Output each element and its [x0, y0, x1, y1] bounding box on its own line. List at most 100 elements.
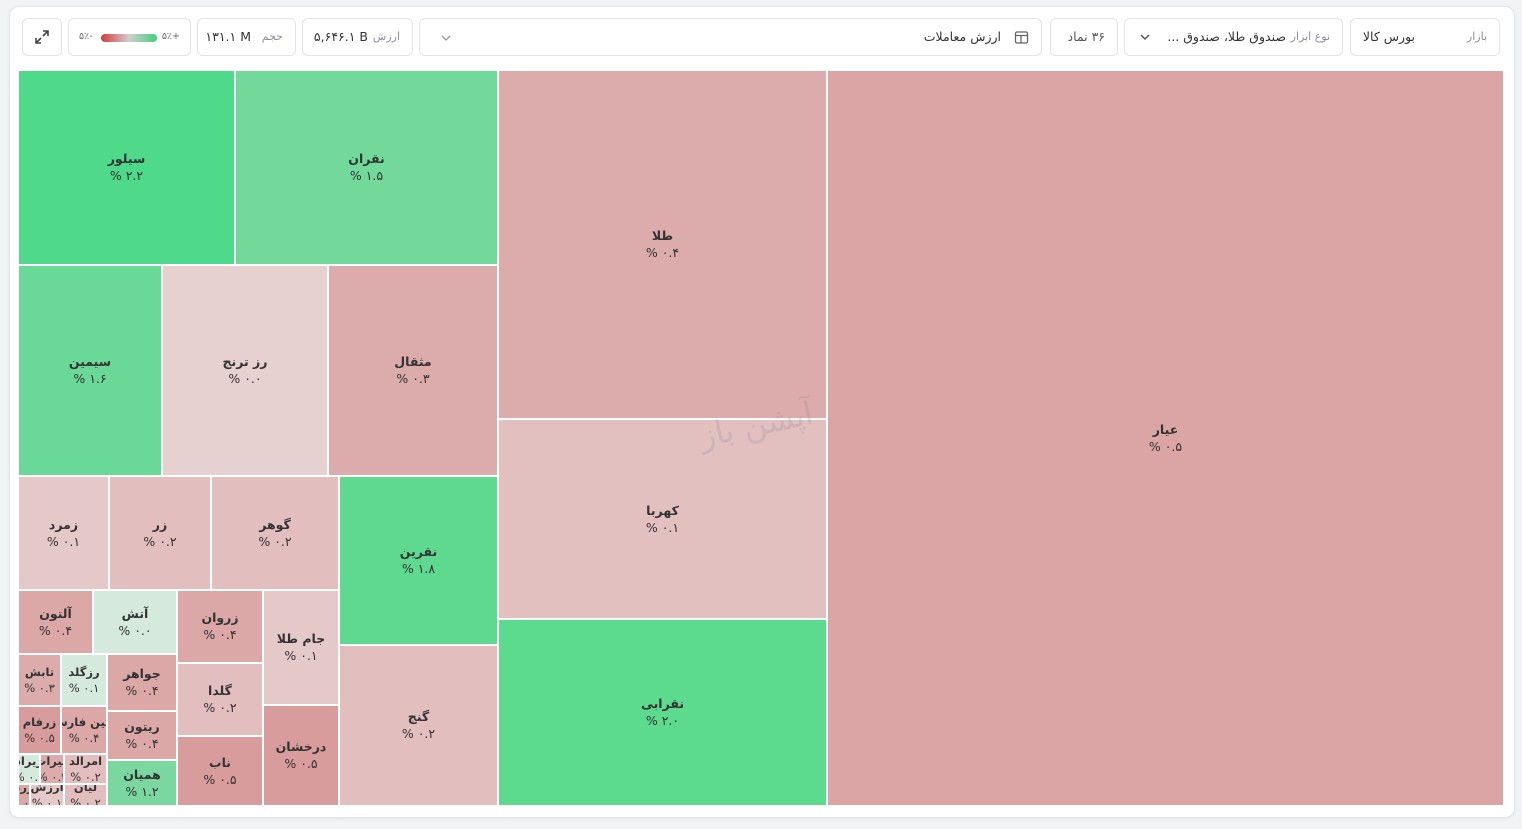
layout-icon — [1014, 30, 1029, 48]
tile-change: ۰.۱ % — [46, 533, 81, 549]
tile-change: ۰.۵ % — [284, 756, 318, 771]
tile-change: ۱.۲ % — [125, 783, 159, 799]
volume-label: حجم — [261, 30, 283, 43]
instrument-label: نوع ابزار — [1290, 30, 1330, 43]
symbols-count-badge: ۳۶ نماد — [1050, 18, 1118, 56]
tile-change: ۰.۲ % — [143, 533, 177, 549]
tile-change: ۰.۲ % — [70, 770, 101, 784]
tile-zarvan[interactable]: زروان ۰.۴ % — [177, 590, 263, 663]
tile-nab[interactable]: ناب ۰.۵ % — [177, 736, 263, 806]
tile-symbol: زرفام — [22, 715, 57, 729]
tile-change: ۱.۵ % — [349, 168, 384, 183]
tile-symbol: میراث — [41, 754, 63, 768]
tile-golda[interactable]: گلدا ۰.۲ % — [177, 663, 263, 736]
tile-change: ۰.۲ % — [203, 700, 237, 715]
tile-symbol: گلدا — [208, 683, 232, 698]
tile-alton[interactable]: آلتون ۰.۴ % — [18, 590, 93, 654]
tile-jam-tala[interactable]: جام طلا ۰.۱ % — [263, 590, 339, 705]
tile-symbol: آتش — [121, 605, 149, 621]
tile-symbol: سیمین — [68, 354, 112, 369]
legend-max-label: +۵٪ — [161, 31, 180, 42]
tile-ganj[interactable]: گنج ۰.۲ % — [339, 645, 498, 806]
tile-noghran[interactable]: نقران ۱.۵ % — [235, 70, 498, 265]
color-legend: +۵٪ -۵٪ — [68, 18, 191, 56]
tile-gohar[interactable]: گوهر ۰.۲ % — [211, 476, 339, 590]
tile-symbol: نقران — [348, 151, 385, 166]
tile-noghrin[interactable]: نقرین ۱.۸ % — [339, 476, 498, 645]
volume-stat: حجم ۱۳۱.۱ M — [197, 18, 296, 56]
tile-roz-toranj[interactable]: رز ترنج ۰.۰ % — [162, 265, 328, 476]
tile-symbol: ریتون — [124, 719, 160, 734]
tile-change: ۰.۱ % — [68, 681, 100, 695]
tile-change: ۰.۴ % — [203, 627, 237, 642]
tile-symbol: رز ترنج — [222, 354, 268, 369]
tile-change: ۲.۲ % — [109, 168, 144, 183]
chevron-down-icon — [1139, 31, 1151, 46]
legend-gradient-bar — [101, 34, 157, 42]
tile-emerald[interactable]: امرالد ۰.۲ % — [64, 754, 107, 784]
tile-zirad[interactable]: زیراد ۰.۱ % — [18, 754, 40, 784]
tile-change: ۰.۱ % — [284, 648, 318, 663]
tile-symbol: مثقال — [394, 354, 432, 369]
market-label: بازار — [1466, 30, 1487, 43]
tile-mesghal[interactable]: مثقال ۰.۳ % — [328, 265, 498, 476]
legend-min-label: -۵٪ — [79, 31, 93, 42]
tile-atash[interactable]: آتش ۰.۰ % — [93, 590, 177, 654]
tile-symbol: زمرد — [48, 516, 79, 532]
volume-amount: ۱۳۱.۱ M — [205, 29, 251, 44]
value-label: ارزش — [372, 30, 400, 43]
tile-rozgold[interactable]: رزگلد ۰.۱ % — [61, 654, 107, 706]
instrument-filter[interactable]: نوع ابزار صندوق طلا، صندوق ... — [1124, 18, 1343, 56]
tile-symbol: رزگلد — [68, 665, 100, 679]
tile-symbol: امرالد — [68, 754, 103, 768]
tile-change: ۰.۴ % — [125, 736, 159, 751]
tile-silver[interactable]: سیلور ۲.۲ % — [18, 70, 235, 265]
tile-change: ۰.۱ % — [645, 519, 680, 535]
tile-change: ۰.۵ % — [203, 771, 237, 787]
tile-tala[interactable]: طلا ۰.۴ % — [498, 70, 827, 419]
tile-hamyan[interactable]: همیان ۱.۲ % — [107, 760, 177, 806]
tile-symbol: جام طلا — [276, 631, 326, 646]
tile-symbol: سیلور — [107, 151, 146, 166]
tile-lian[interactable]: لیان ۰.۲ % — [64, 784, 107, 806]
tile-riton[interactable]: ریتون ۰.۴ % — [107, 711, 177, 760]
tile-change: ۰.۴ % — [125, 683, 159, 698]
tile-change: ۰.۱ % — [19, 770, 39, 784]
market-filter[interactable]: بازار بورس کالا — [1350, 18, 1500, 56]
tile-zarfam[interactable]: زرفام ۰.۵ % — [18, 706, 61, 754]
tile-symbol: گنج — [407, 709, 430, 724]
tile-symbol: لیان — [73, 784, 98, 794]
metric-select[interactable]: ارزش معاملات — [419, 18, 1042, 56]
tile-change: ۰.۱ % — [31, 796, 63, 806]
tile-change: ۰.۴ % — [38, 622, 73, 638]
tile-javaher[interactable]: جواهر ۰.۴ % — [107, 654, 177, 711]
tile-change: ۰.۲ % — [70, 796, 101, 806]
tile-change: ۰.۰ % — [118, 622, 152, 638]
tile-symbol: همیان — [123, 766, 161, 782]
tile-kahroba[interactable]: کهربا ۰.۱ % — [498, 419, 827, 619]
expand-icon — [34, 29, 50, 48]
tile-change: ۰.۲ % — [401, 726, 436, 741]
tile-zar[interactable]: زر ۰.۲ % — [109, 476, 211, 590]
tile-symbol: ناب — [209, 754, 231, 770]
fullscreen-button[interactable] — [22, 18, 62, 56]
tile-ayar[interactable]: عیار ۰.۵ % — [827, 70, 1504, 806]
tile-change: ۰.۲ % — [258, 533, 292, 549]
tile-zard[interactable]: زرد ۰.۲ % — [18, 784, 30, 806]
tile-tabesh[interactable]: تابش ۰.۳ % — [18, 654, 61, 706]
metric-value: ارزش معاملات — [923, 29, 1001, 44]
tile-zomorod[interactable]: زمرد ۰.۱ % — [18, 476, 109, 590]
tile-symbol: تابش — [24, 665, 55, 679]
tile-noghrabi[interactable]: نقرابی ۲.۰ % — [498, 619, 827, 806]
tile-change: ۰.۵ % — [1148, 438, 1183, 454]
chevron-down-icon — [440, 32, 452, 47]
tile-symbol: نقرین — [399, 544, 438, 559]
tile-simin[interactable]: سیمین ۱.۶ % — [18, 265, 162, 476]
tile-negin-fars[interactable]: نگین فارس ۰.۴ % — [61, 706, 107, 754]
tile-symbol: نقرابی — [640, 696, 685, 711]
tile-change: ۰.۰ % — [228, 371, 262, 386]
tile-miras[interactable]: میراث ۰.۳ % — [40, 754, 64, 784]
tile-arzesh[interactable]: ارزش ۰.۱ % — [30, 784, 64, 806]
tile-derakhshan[interactable]: درخشان ۰.۵ % — [263, 705, 339, 806]
market-value: بورس کالا — [1362, 29, 1415, 44]
